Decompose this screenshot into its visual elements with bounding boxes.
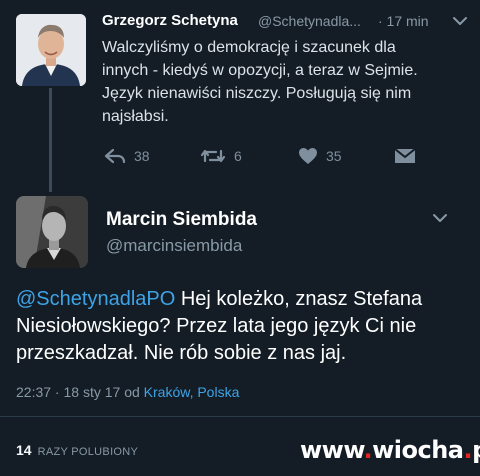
reply-icon xyxy=(104,148,126,164)
likes-label: RAZY POLUBIONY xyxy=(37,446,139,458)
tweet-text: Walczyliśmy o demokrację i szacunek dla … xyxy=(102,36,472,128)
retweet-icon xyxy=(200,148,226,164)
watermark-dot: . xyxy=(363,436,373,464)
tweet-text-line: Język nienawiści niszczy. Posługują się … xyxy=(102,85,412,102)
watermark-tld: pl xyxy=(472,436,480,464)
like-button[interactable]: 35 xyxy=(298,146,342,166)
direct-message-button[interactable] xyxy=(394,146,416,166)
like-count: 35 xyxy=(326,148,342,164)
tweet-text-line: Walczyliśmy o demokrację i szacunek dla xyxy=(102,39,396,56)
retweet-button[interactable]: 6 xyxy=(200,146,242,166)
tweet-text-line: najsłabsi. xyxy=(102,108,169,125)
reply-button[interactable]: 38 xyxy=(104,146,150,166)
tweet-meta: 22:37 · 18 sty 17 od Kraków, Polska xyxy=(16,384,239,400)
reply-count: 38 xyxy=(134,148,150,164)
tweet-timestamp[interactable]: 22:37 · 18 sty 17 xyxy=(16,384,120,400)
tweet-text-line: innych - kiedyś w opozycji, a teraz w Se… xyxy=(102,62,418,79)
thread-connector-line xyxy=(49,88,52,192)
divider xyxy=(0,416,480,417)
watermark-name: wiocha xyxy=(372,436,464,464)
author-name[interactable]: Marcin Siembida xyxy=(106,209,257,231)
author-name[interactable]: Grzegorz Schetyna xyxy=(102,12,238,29)
retweet-count: 6 xyxy=(234,148,242,164)
chevron-down-icon[interactable] xyxy=(432,211,448,223)
author-handle[interactable]: @marcinsiembida xyxy=(106,236,242,256)
tweet-text-line: Niesiołowskiego? Przez lata jego język C… xyxy=(16,315,417,337)
watermark-prefix: www xyxy=(300,436,364,464)
tweet-text-segment: Hej koleżko, znasz Stefana xyxy=(175,288,423,310)
tweet-text-line: @SchetynadlaPO Hej koleżko, znasz Stefan… xyxy=(16,286,476,313)
likes-summary[interactable]: 14 RAZY POLUBIONY xyxy=(16,442,138,458)
heart-icon xyxy=(298,147,318,165)
avatar-marcin-siembida[interactable] xyxy=(16,196,88,268)
from-label: od xyxy=(124,384,140,400)
location-link[interactable]: Kraków, Polska xyxy=(144,384,240,400)
tweet-text: @SchetynadlaPO Hej koleżko, znasz Stefan… xyxy=(16,286,476,367)
chevron-down-icon[interactable] xyxy=(452,14,468,26)
watermark-dot: . xyxy=(463,436,473,464)
watermark: www.wiocha.pl xyxy=(300,436,480,464)
envelope-icon xyxy=(394,148,416,164)
tweet-text-line: przeszkadzał. Nie rób sobie z nas jaj. xyxy=(16,342,347,364)
tweet-time[interactable]: · 17 min xyxy=(378,13,429,29)
author-handle[interactable]: @Schetynadla... xyxy=(258,13,361,29)
avatar-grzegorz-schetyna[interactable] xyxy=(16,14,86,86)
likes-count: 14 xyxy=(16,442,32,458)
mention-link[interactable]: @SchetynadlaPO xyxy=(16,288,175,310)
